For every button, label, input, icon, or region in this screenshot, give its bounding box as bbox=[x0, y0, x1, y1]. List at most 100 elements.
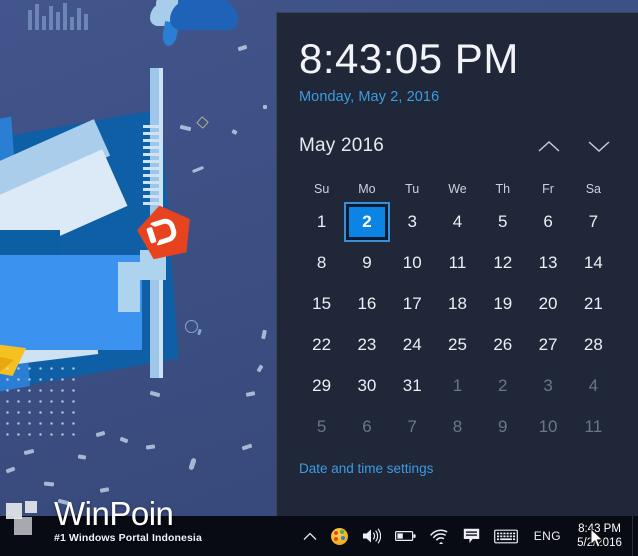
mouse-cursor bbox=[590, 528, 604, 548]
calendar-day[interactable]: 10 bbox=[390, 242, 435, 283]
clock-calendar-flyout[interactable]: 8:43:05 PM Monday, May 2, 2016 May 2016 bbox=[276, 12, 638, 516]
calendar-day[interactable]: 8 bbox=[435, 406, 480, 447]
calendar-today-highlight: 2 bbox=[343, 201, 390, 242]
calendar-day-number: 10 bbox=[538, 416, 558, 436]
calendar-day[interactable]: 11 bbox=[435, 242, 480, 283]
calendar-day[interactable]: 20 bbox=[525, 283, 570, 324]
calendar-day[interactable]: 1 bbox=[299, 201, 344, 242]
calendar-day[interactable]: 11 bbox=[571, 406, 616, 447]
calendar-day[interactable]: 7 bbox=[571, 201, 616, 242]
calendar-day[interactable]: 2 bbox=[480, 365, 525, 406]
wallpaper-confetti bbox=[188, 457, 197, 471]
calendar-day[interactable]: 5 bbox=[299, 406, 344, 447]
calendar-day-number: 14 bbox=[583, 252, 603, 272]
calendar-day[interactable]: 25 bbox=[435, 324, 480, 365]
calendar-day-number: 22 bbox=[312, 334, 332, 354]
tray-language-indicator[interactable]: ENG bbox=[525, 529, 570, 543]
wallpaper-confetti bbox=[241, 443, 253, 451]
calendar-day[interactable]: 8 bbox=[299, 242, 344, 283]
calendar-day[interactable]: 10 bbox=[525, 406, 570, 447]
screen: 8:43:05 PM Monday, May 2, 2016 May 2016 bbox=[0, 0, 638, 556]
calendar-day[interactable]: 28 bbox=[571, 324, 616, 365]
tray-network-button[interactable] bbox=[423, 516, 456, 556]
calendar-day-number: 5 bbox=[316, 416, 327, 436]
calendar-day[interactable]: 1 bbox=[435, 365, 480, 406]
calendar-day[interactable]: 6 bbox=[344, 406, 389, 447]
calendar-day[interactable]: 17 bbox=[390, 283, 435, 324]
tray-touch-keyboard-button[interactable] bbox=[487, 516, 525, 556]
show-desktop-button[interactable] bbox=[632, 516, 638, 556]
calendar-day-selected[interactable]: 2 bbox=[343, 201, 390, 242]
calendar-day-number: 4 bbox=[588, 375, 599, 395]
calendar-day-number: 11 bbox=[448, 252, 467, 272]
calendar-day[interactable]: 31 bbox=[390, 365, 435, 406]
current-date[interactable]: Monday, May 2, 2016 bbox=[299, 89, 616, 105]
calendar-day[interactable]: 13 bbox=[525, 242, 570, 283]
calendar-day[interactable]: 26 bbox=[480, 324, 525, 365]
calendar-day[interactable]: 24 bbox=[390, 324, 435, 365]
calendar-day-header: Tu bbox=[405, 182, 420, 196]
calendar-day-number: 1 bbox=[316, 211, 327, 231]
calendar-day-header: Fr bbox=[542, 182, 554, 196]
date-and-time-settings-link[interactable]: Date and time settings bbox=[299, 461, 433, 476]
calendar-day[interactable]: 21 bbox=[571, 283, 616, 324]
calendar-day[interactable]: 5 bbox=[480, 201, 525, 242]
tray-show-hidden-icons-button[interactable] bbox=[296, 516, 324, 556]
wallpaper-dot-grid bbox=[2, 363, 82, 443]
calendar-day[interactable]: 23 bbox=[344, 324, 389, 365]
calendar-day-number: 2 bbox=[498, 375, 508, 395]
tray-volume-button[interactable] bbox=[355, 516, 388, 556]
winpoin-title: WinPoin bbox=[54, 494, 174, 532]
calendar-day[interactable]: 6 bbox=[525, 201, 570, 242]
calendar-prev-month-button[interactable] bbox=[532, 131, 566, 161]
calendar-grid[interactable]: Su Mo Tu We Th Fr Sa 1 2 3 4 5 6 7 8 9 10 11 12 13 14 15 16 17 1… bbox=[299, 177, 616, 447]
wallpaper-confetti bbox=[119, 436, 129, 444]
calendar-day-number: 16 bbox=[357, 293, 377, 313]
calendar-day-number: 9 bbox=[498, 416, 508, 436]
calendar-day[interactable]: 14 bbox=[571, 242, 616, 283]
calendar-day[interactable]: 4 bbox=[571, 365, 616, 406]
calendar-day-number: 25 bbox=[448, 334, 467, 354]
tray-action-center-button[interactable] bbox=[456, 516, 487, 556]
calendar-day[interactable]: 18 bbox=[435, 283, 480, 324]
winpoin-logo-icon bbox=[6, 500, 46, 539]
calendar-day[interactable]: 4 bbox=[435, 201, 480, 242]
calendar-day-number: 7 bbox=[407, 416, 417, 436]
calendar-day[interactable]: 27 bbox=[525, 324, 570, 365]
calendar-day-number: 6 bbox=[362, 416, 372, 436]
calendar-day[interactable]: 30 bbox=[344, 365, 389, 406]
tray-app-icon-button[interactable] bbox=[324, 516, 355, 556]
wallpaper-ladder-pattern bbox=[143, 125, 159, 205]
current-time: 8:43:05 PM bbox=[299, 35, 519, 82]
calendar-month-label[interactable]: May 2016 bbox=[299, 135, 384, 157]
calendar-day[interactable]: 12 bbox=[480, 242, 525, 283]
speaker-icon bbox=[362, 528, 381, 544]
calendar-day[interactable]: 9 bbox=[480, 406, 525, 447]
calendar-day[interactable]: 15 bbox=[299, 283, 344, 324]
calendar-day-number: 2 bbox=[362, 211, 372, 231]
wallpaper-confetti bbox=[263, 105, 267, 109]
calendar-day-number: 12 bbox=[493, 252, 513, 272]
calendar-day[interactable]: 7 bbox=[390, 406, 435, 447]
tray-battery-button[interactable] bbox=[388, 516, 423, 556]
calendar-day-number: 20 bbox=[538, 293, 558, 313]
calendar-day-number: 30 bbox=[357, 375, 377, 395]
calendar-day[interactable]: 22 bbox=[299, 324, 344, 365]
calendar-day-number: 8 bbox=[452, 416, 463, 436]
wallpaper-block-lightblue bbox=[118, 262, 140, 312]
calendar-day[interactable]: 3 bbox=[390, 201, 435, 242]
calendar-day-number: 3 bbox=[543, 375, 553, 395]
calendar-day[interactable]: 19 bbox=[480, 283, 525, 324]
calendar-day-number: 23 bbox=[357, 334, 377, 354]
calendar-day-number: 6 bbox=[543, 211, 553, 231]
calendar-day-number: 10 bbox=[402, 252, 422, 272]
wallpaper-cloud-dark bbox=[170, 0, 238, 30]
calendar-day-number: 26 bbox=[493, 334, 513, 354]
calendar-day[interactable]: 3 bbox=[525, 365, 570, 406]
system-tray[interactable]: ENG 8:43 PM 5/2/2016 bbox=[296, 516, 638, 556]
calendar-day[interactable]: 9 bbox=[344, 242, 389, 283]
calendar-day-number: 18 bbox=[448, 293, 467, 313]
calendar-day[interactable]: 29 bbox=[299, 365, 344, 406]
calendar-day[interactable]: 16 bbox=[344, 283, 389, 324]
calendar-next-month-button[interactable] bbox=[582, 131, 616, 161]
